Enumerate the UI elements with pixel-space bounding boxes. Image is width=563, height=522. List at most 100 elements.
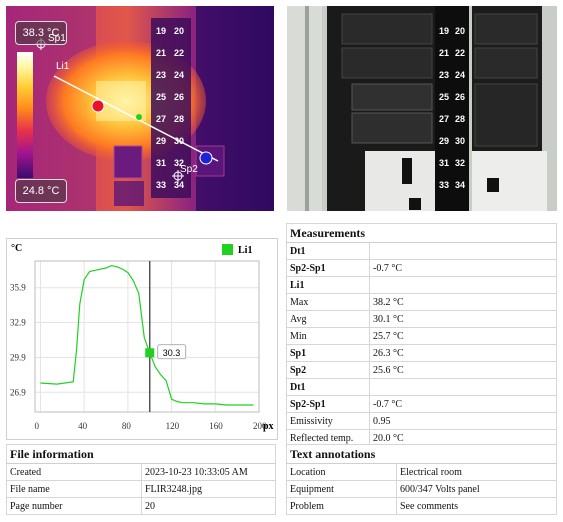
file-info-value: 20 <box>141 497 276 515</box>
annotation-label: Problem <box>286 497 397 515</box>
spot-max-marker[interactable] <box>91 99 105 113</box>
file-info-value: FLIR3248.jpg <box>141 480 276 498</box>
thermal-breaker-number-25: 25 <box>156 92 166 102</box>
measurement-label: Sp2-Sp1 <box>286 259 370 277</box>
visual-breaker-number-23: 23 <box>439 70 449 80</box>
measurement-label: Max <box>286 293 370 311</box>
measurement-row: Sp1 26.3 °C <box>286 344 557 362</box>
cursor-value-tag: 30.3 <box>157 344 187 360</box>
measurement-label: Li1 <box>286 276 370 294</box>
measurement-value: 30.1 °C <box>369 310 557 328</box>
file-info-label: Created <box>6 463 142 481</box>
measurement-value <box>369 276 557 294</box>
visual-breaker-number-34: 34 <box>455 180 465 190</box>
measurement-value <box>369 242 557 260</box>
visual-breaker-number-28: 28 <box>455 114 465 124</box>
visual-breaker-number-31: 31 <box>439 158 449 168</box>
min-temp-label: 24.8 °C <box>15 179 67 203</box>
file-info-row: Page number 20 <box>6 497 276 515</box>
visual-breaker-number-29: 29 <box>439 136 449 146</box>
visual-image: 19 20 21 22 23 24 25 26 27 28 29 30 31 32 33 34 <box>287 6 557 211</box>
file-info-label: Page number <box>6 497 142 515</box>
measurement-label: Avg <box>286 310 370 328</box>
text-annotations-title: Text annotations <box>286 444 557 464</box>
measurement-row: Sp2-Sp1 -0.7 °C <box>286 259 557 277</box>
measurement-row: Dt1 <box>286 378 557 396</box>
thermal-breaker-number-28: 28 <box>174 114 184 124</box>
measurement-label: Sp2 <box>286 361 370 379</box>
measurement-label: Dt1 <box>286 378 370 396</box>
measurement-label: Sp1 <box>286 344 370 362</box>
x-tick-label: 160 <box>209 421 223 431</box>
spot1-label: Sp1 <box>48 33 66 44</box>
visual-breaker-number-19: 19 <box>439 26 449 36</box>
legend-label-li1: Li1 <box>238 245 252 256</box>
y-tick-label: 35.9 <box>10 283 26 293</box>
visual-breaker-number-21: 21 <box>439 48 449 58</box>
measurements-table: Measurements Dt1 Sp2-Sp1 -0.7 °C Li1 Max 38.2… <box>286 223 557 447</box>
annotation-value: 600/347 Volts panel <box>396 480 557 498</box>
color-scale-bar <box>17 52 33 178</box>
measurement-label: Min <box>286 327 370 345</box>
measurement-row: Dt1 <box>286 242 557 260</box>
plot-area <box>34 260 260 413</box>
x-tick-label: 40 <box>78 421 88 431</box>
x-tick-label: 200 <box>253 421 267 431</box>
file-info-row: File name FLIR3248.jpg <box>6 480 276 498</box>
thermal-breaker-number-29: 29 <box>156 136 166 146</box>
visual-breaker-number-26: 26 <box>455 92 465 102</box>
y-tick-label: 32.9 <box>10 318 26 328</box>
spot2-label: Sp2 <box>180 164 198 175</box>
spot-min-marker[interactable] <box>199 151 213 165</box>
measurement-value: 25.7 °C <box>369 327 557 345</box>
measurement-label: Sp2-Sp1 <box>286 395 370 413</box>
x-tick-label: 0 <box>34 421 39 431</box>
measurement-row: Sp2-Sp1 -0.7 °C <box>286 395 557 413</box>
line-profile-graph: 30.3 °C px Li1 26.9 29.9 32.9 35.9 0 40 80 120… <box>6 238 278 440</box>
measurement-row: Min 25.7 °C <box>286 327 557 345</box>
text-annotations-table: Text annotations Location Electrical room… <box>286 444 557 515</box>
thermal-breaker-number-33: 33 <box>156 180 166 190</box>
x-tick-label: 120 <box>166 421 180 431</box>
measurement-label: Dt1 <box>286 242 370 260</box>
measurement-value: 0.95 <box>369 412 557 430</box>
file-information-title: File information <box>6 444 276 464</box>
measurement-row: Avg 30.1 °C <box>286 310 557 328</box>
graph-cursor-marker[interactable] <box>145 348 155 358</box>
y-tick-label: 29.9 <box>10 352 26 362</box>
thermal-image: 19202122232425262728293031323334 38.3 °C… <box>6 6 274 211</box>
measurement-value: 25.6 °C <box>369 361 557 379</box>
annotation-label: Equipment <box>286 480 397 498</box>
series-line-li1 <box>40 264 254 406</box>
file-info-row: Created 2023-10-23 10:33:05 AM <box>6 463 276 481</box>
measurement-row: Li1 <box>286 276 557 294</box>
file-information-table: File information Created 2023-10-23 10:33… <box>6 444 276 515</box>
measurement-value: -0.7 °C <box>369 259 557 277</box>
visual-breaker-number-22: 22 <box>455 48 465 58</box>
svg-text:30.3: 30.3 <box>163 348 181 358</box>
measurement-row: Emissivity 0.95 <box>286 412 557 430</box>
annotation-row: Problem See comments <box>286 497 557 515</box>
visual-breaker-number-24: 24 <box>455 70 465 80</box>
measurements-title: Measurements <box>286 223 557 243</box>
thermal-breaker-number-22: 22 <box>174 48 184 58</box>
visual-breaker-number-27: 27 <box>439 114 449 124</box>
thermal-breaker-number-19: 19 <box>156 26 166 36</box>
visual-breaker-number-32: 32 <box>455 158 465 168</box>
file-info-label: File name <box>6 480 142 498</box>
visual-image-canvas: 19 20 21 22 23 24 25 26 27 28 29 30 31 32 33 34 <box>287 6 557 211</box>
thermal-breaker-number-23: 23 <box>156 70 166 80</box>
annotation-label: Location <box>286 463 397 481</box>
visual-breaker-number-20: 20 <box>455 26 465 36</box>
annotation-value: See comments <box>396 497 557 515</box>
annotation-row: Equipment 600/347 Volts panel <box>286 480 557 498</box>
x-tick-label: 80 <box>122 421 132 431</box>
thermal-breaker-number-26: 26 <box>174 92 184 102</box>
visual-breaker-number-33: 33 <box>439 180 449 190</box>
thermal-breaker-number-31: 31 <box>156 158 166 168</box>
legend-swatch-li1 <box>222 244 233 255</box>
y-axis-unit: °C <box>11 243 22 254</box>
file-info-value: 2023-10-23 10:33:05 AM <box>141 463 276 481</box>
thermal-breaker-number-27: 27 <box>156 114 166 124</box>
thermal-breaker-number-21: 21 <box>156 48 166 58</box>
